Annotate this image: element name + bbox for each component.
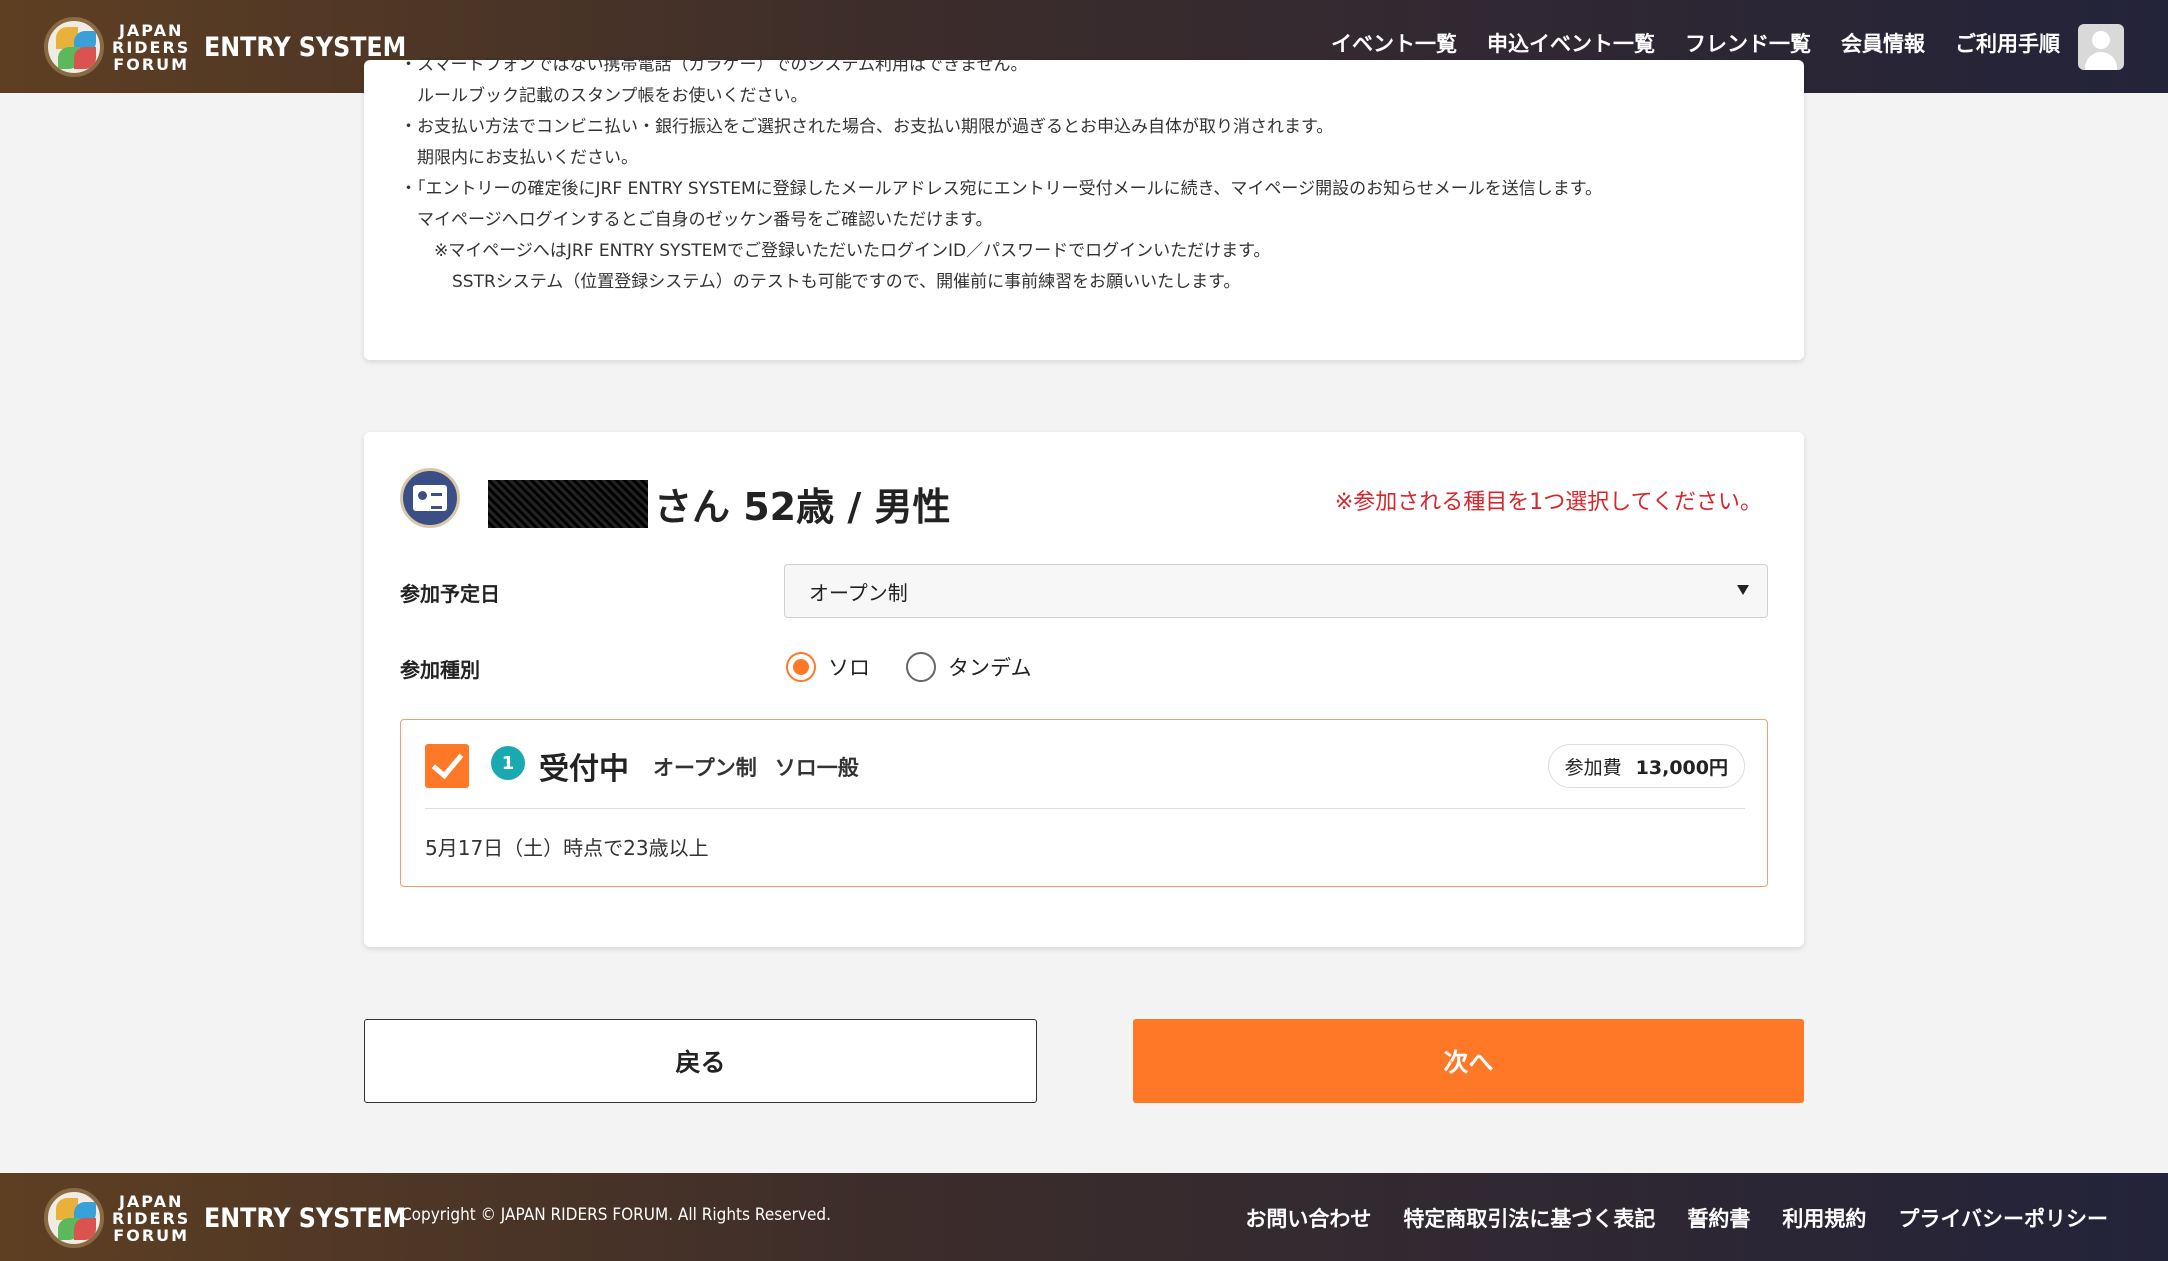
user-icon[interactable] <box>2078 24 2124 70</box>
entry-card: さん 52歳 / 男性 ※参加される種目を1つ選択してください。 参加予定日 オ… <box>364 432 1804 947</box>
radio-tandem-label: タンデム <box>948 656 1032 680</box>
radio-solo[interactable]: ソロ <box>786 652 870 682</box>
footer-link-commercial-law[interactable]: 特定商取引法に基づく表記 <box>1403 1203 1655 1233</box>
redacted-name <box>488 479 648 528</box>
back-button[interactable]: 戻る <box>364 1019 1037 1103</box>
fee-amount: 13,000円 <box>1635 756 1728 779</box>
divider <box>425 808 1745 809</box>
participant-name: さん 52歳 / 男性 <box>488 476 950 531</box>
date-select-value: オープン制 <box>809 580 908 605</box>
footer-logo[interactable]: JAPAN RIDERS FORUM ENTRY SYSTEM <box>44 1187 434 1249</box>
note-line: マイページへログインするとご自身のゼッケン番号をご確認いただけます。 <box>417 210 993 230</box>
entry-option[interactable]: 1 受付中 オープン制 ソロ一般 参加費 13,000円 5月17日（土）時点で2… <box>400 719 1768 887</box>
footer-link-privacy[interactable]: プライバシーポリシー <box>1898 1203 2108 1233</box>
footer-link-contact[interactable]: お問い合わせ <box>1245 1203 1371 1233</box>
note-line: 期限内にお支払いください。 <box>417 148 638 168</box>
option-desc-class: ソロ一般 <box>774 756 859 780</box>
caret-down-icon <box>1737 585 1749 595</box>
nav-member-info[interactable]: 会員情報 <box>1841 28 1925 58</box>
next-button[interactable]: 次へ <box>1133 1019 1804 1103</box>
radio-tandem-indicator[interactable] <box>906 652 936 682</box>
option-note: 5月17日（土）時点で23歳以上 <box>425 836 709 860</box>
radio-solo-indicator[interactable] <box>786 652 816 682</box>
option-description: オープン制 ソロ一般 <box>653 752 859 782</box>
option-number-badge: 1 <box>491 746 525 780</box>
date-label: 参加予定日 <box>400 582 500 606</box>
footer-link-pledge[interactable]: 誓約書 <box>1687 1203 1750 1233</box>
id-card-icon <box>400 468 460 528</box>
logo-emblem-icon <box>44 17 104 77</box>
participant-info: さん 52歳 / 男性 <box>654 485 951 529</box>
date-select[interactable]: オープン制 <box>784 564 1768 618</box>
type-label: 参加種別 <box>400 658 480 682</box>
note-line: SSTRシステム（位置登録システム）のテストも可能ですので、開催前に事前練習をお… <box>452 272 1241 292</box>
nav-usage-guide[interactable]: ご利用手順 <box>1955 28 2060 58</box>
logo-title: ENTRY SYSTEM <box>204 31 407 63</box>
option-desc-format: オープン制 <box>653 756 757 780</box>
option-checkbox[interactable] <box>425 744 469 788</box>
copyright: Copyright © JAPAN RIDERS FORUM. All Righ… <box>401 1205 831 1225</box>
logo-words: JAPAN RIDERS FORUM <box>112 20 191 74</box>
logo-emblem-icon <box>44 1188 104 1248</box>
radio-solo-label: ソロ <box>828 656 870 680</box>
note-line: ルールブック記載のスタンプ帳をお使いください。 <box>417 86 808 106</box>
option-status: 受付中 <box>539 752 629 787</box>
site-footer: JAPAN RIDERS FORUM ENTRY SYSTEM Copyrigh… <box>0 1173 2168 1261</box>
note-line: ・スマートフォンではない携帯電話（ガラケー）でのシステム利用はできません。 <box>400 55 1028 75</box>
note-line: ・お支払い方法でコンビニ払い・銀行振込をご選択された場合、お支払い期限が過ぎると… <box>400 117 1334 137</box>
footer-links: お問い合わせ 特定商取引法に基づく表記 誓約書 利用規約 プライバシーポリシー <box>1245 1203 2108 1233</box>
note-line: ・｢エントリーの確定後にJRF ENTRY SYSTEMに登録したメールアドレス… <box>400 179 1603 199</box>
fee-badge: 参加費 13,000円 <box>1547 744 1745 788</box>
notes-card: ・スマートフォンではない携帯電話（ガラケー）でのシステム利用はできません。 ルー… <box>364 55 1804 360</box>
radio-tandem[interactable]: タンデム <box>906 652 1032 682</box>
type-radio-group: ソロ タンデム <box>786 652 1032 682</box>
selection-warning: ※参加される種目を1つ選択してください。 <box>1334 490 1762 515</box>
logo-title: ENTRY SYSTEM <box>204 1202 407 1234</box>
footer-link-terms[interactable]: 利用規約 <box>1782 1203 1866 1233</box>
fee-label: 参加費 <box>1564 756 1622 779</box>
logo-words: JAPAN RIDERS FORUM <box>112 1191 191 1245</box>
note-line: ※マイページへはJRF ENTRY SYSTEMでご登録いただいたログインID／… <box>434 241 1271 261</box>
